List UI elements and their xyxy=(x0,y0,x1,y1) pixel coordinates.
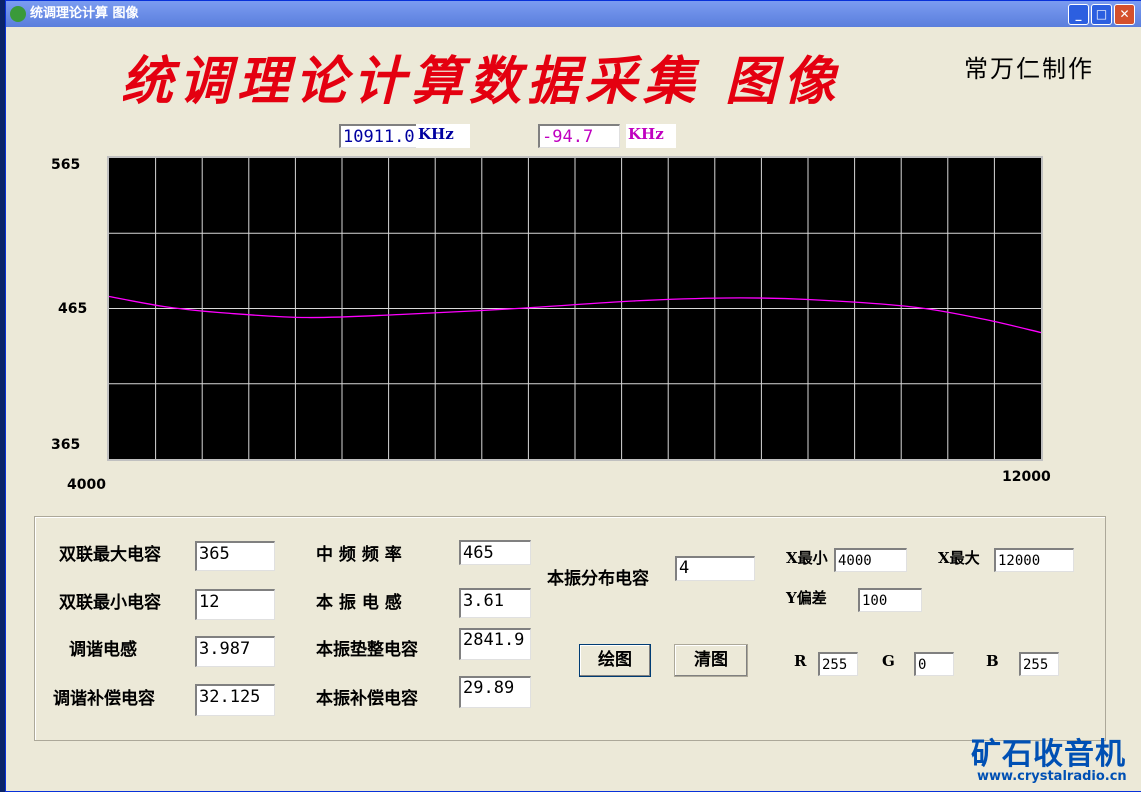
author-label: 常万仁制作 xyxy=(964,55,1094,83)
app-window: 统调理论计算 图像 _ □ ✕ 统调理论计算数据采集 图像 常万仁制作 1091… xyxy=(5,0,1141,792)
osc-comp-cap-label: 本振补偿电容 xyxy=(316,689,418,709)
osc-inductance-input[interactable]: 3.61 xyxy=(459,588,531,618)
tune-inductance-input[interactable]: 3.987 xyxy=(195,636,275,667)
osc-dist-cap-input[interactable]: 4 xyxy=(675,556,755,581)
osc-comp-cap-input[interactable]: 29.89 xyxy=(459,676,531,708)
if-frequency-label: 中 频 频 率 xyxy=(316,545,402,565)
tune-comp-cap-input[interactable]: 32.125 xyxy=(195,684,275,716)
xmax-input[interactable]: 12000 xyxy=(994,548,1074,572)
watermark: 矿石收音机 www.crystalradio.cn xyxy=(971,729,1127,784)
x-tick-label: 4000 xyxy=(67,477,106,493)
b-input[interactable]: 255 xyxy=(1019,652,1059,676)
xmin-label: X最小 xyxy=(786,549,828,567)
frequency-unit: KHz xyxy=(416,124,470,148)
clear-button[interactable]: 清图 xyxy=(674,644,748,677)
y-tick-label: 365 xyxy=(51,437,81,453)
delta-readout: -94.7 xyxy=(538,124,620,148)
xmin-input[interactable]: 4000 xyxy=(834,548,907,572)
y-tick-label: 465 xyxy=(58,301,88,317)
xmax-label: X最大 xyxy=(938,549,980,567)
r-input[interactable]: 255 xyxy=(818,652,858,676)
maximize-button[interactable]: □ xyxy=(1091,4,1112,25)
tune-comp-cap-label: 调谐补偿电容 xyxy=(53,689,155,709)
window-title: 统调理论计算 图像 xyxy=(30,6,139,21)
dual-min-cap-input[interactable]: 12 xyxy=(195,589,275,620)
app-icon xyxy=(10,6,26,22)
ydev-label: Y偏差 xyxy=(786,589,827,607)
title-bar: 统调理论计算 图像 _ □ ✕ xyxy=(6,1,1141,27)
draw-button[interactable]: 绘图 xyxy=(579,644,651,677)
r-label: R xyxy=(794,652,807,670)
dual-max-cap-label: 双联最大电容 xyxy=(59,545,161,565)
osc-dist-cap-label: 本振分布电容 xyxy=(547,569,649,589)
osc-inductance-label: 本 振 电 感 xyxy=(316,593,402,613)
if-frequency-input[interactable]: 465 xyxy=(459,540,531,565)
delta-unit: KHz xyxy=(626,124,676,148)
g-input[interactable]: 0 xyxy=(914,652,954,676)
dual-min-cap-label: 双联最小电容 xyxy=(59,593,161,613)
minimize-button[interactable]: _ xyxy=(1068,4,1089,25)
g-label: G xyxy=(882,652,895,670)
ydev-input[interactable]: 100 xyxy=(858,588,922,612)
dual-max-cap-input[interactable]: 365 xyxy=(195,541,275,571)
page-title: 统调理论计算数据采集 图像 xyxy=(121,51,842,112)
x-tick-label: 12000 xyxy=(1002,469,1051,485)
b-label: B xyxy=(986,652,999,670)
frequency-readout: 10911.0 xyxy=(339,124,419,148)
osc-padder-cap-input[interactable]: 2841.9 xyxy=(459,628,531,660)
watermark-cn: 矿石收音机 xyxy=(971,737,1126,772)
plot-area xyxy=(107,156,1043,461)
watermark-url: www.crystalradio.cn xyxy=(977,769,1127,784)
close-button[interactable]: ✕ xyxy=(1114,4,1135,25)
osc-padder-cap-label: 本振垫整电容 xyxy=(316,640,418,660)
y-tick-label: 565 xyxy=(51,157,81,173)
tune-inductance-label: 调谐电感 xyxy=(69,640,137,660)
